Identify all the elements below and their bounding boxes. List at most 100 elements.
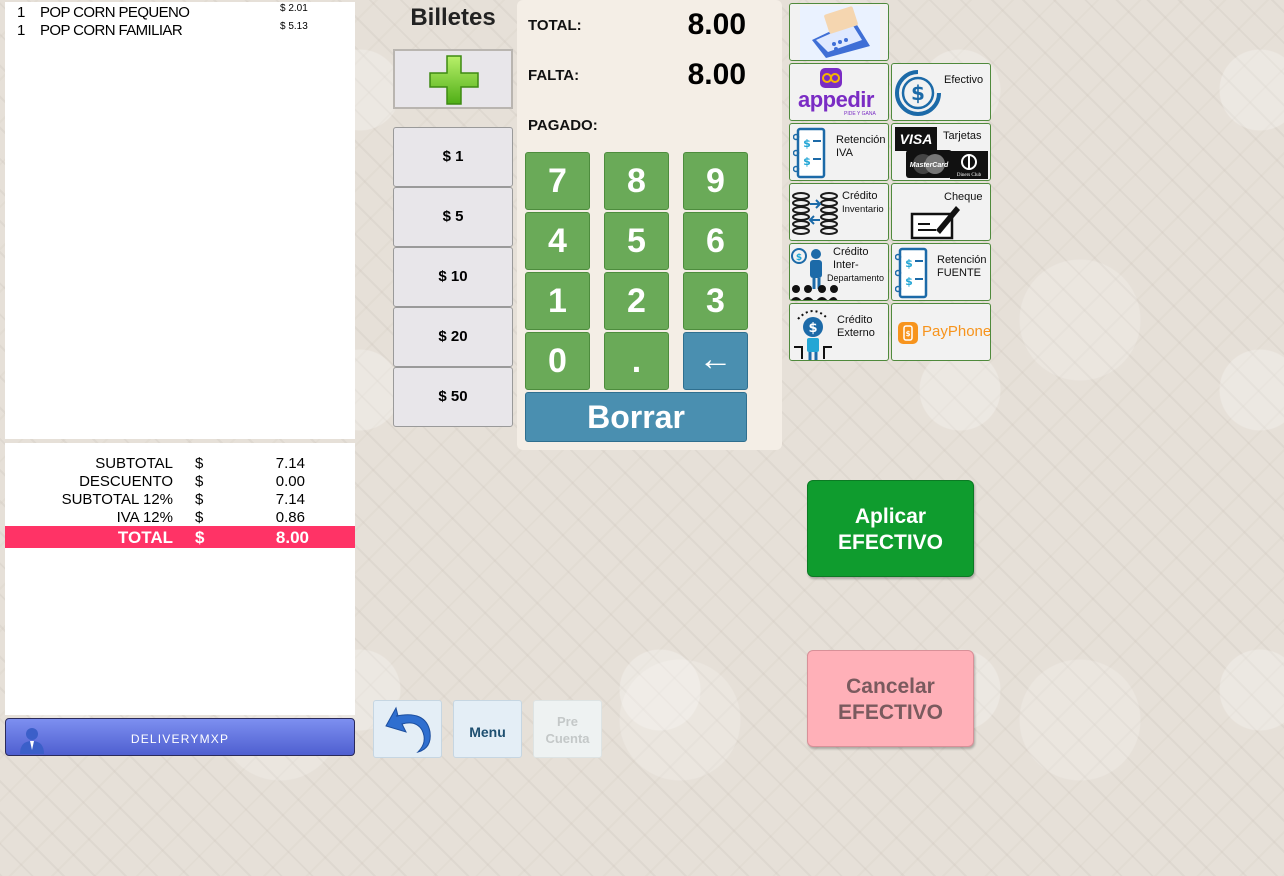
svg-text:$: $ bbox=[796, 253, 802, 263]
plus-icon bbox=[429, 55, 479, 105]
svg-text:MasterCard: MasterCard bbox=[910, 162, 949, 169]
payphone-button[interactable]: $ PayPhone bbox=[891, 303, 991, 361]
svg-text:$: $ bbox=[905, 275, 913, 288]
key-9[interactable]: 9 bbox=[683, 152, 748, 210]
credito-inventario-label2: Inventario bbox=[842, 204, 884, 215]
external-credit-icon: $ bbox=[794, 310, 832, 360]
totals-panel: SUBTOTAL $ 7.14 DESCUENTO $ 0.00 SUBTOTA… bbox=[5, 443, 355, 715]
missing-value: 8.00 bbox=[687, 58, 746, 91]
mastercard-icon: MasterCard bbox=[906, 150, 952, 178]
cancel-cash-button[interactable]: Cancelar EFECTIVO bbox=[807, 650, 974, 747]
credito-inter-label1: Crédito bbox=[833, 246, 869, 258]
credito-inter-label3: Departamento bbox=[827, 273, 885, 283]
efectivo-button[interactable]: $ Efectivo bbox=[891, 63, 991, 121]
user-bar[interactable]: DELIVERYMXP bbox=[5, 718, 355, 756]
backspace-key[interactable]: ← bbox=[683, 332, 748, 390]
missing-label: FALTA: bbox=[528, 67, 580, 84]
totals-value: 0.86 bbox=[275, 509, 305, 526]
cancel-label-line1: Cancelar bbox=[846, 675, 935, 698]
apply-cash-button[interactable]: Aplicar EFECTIVO bbox=[807, 480, 974, 577]
subtotal-12-row: SUBTOTAL 12% $ 7.14 bbox=[5, 489, 355, 508]
key-7[interactable]: 7 bbox=[525, 152, 590, 210]
retencion-fuente-button[interactable]: $ $ Retención FUENTE bbox=[891, 243, 991, 301]
retencion-fuente-label1: Retención bbox=[937, 254, 987, 266]
bill-20-button[interactable]: $ 20 bbox=[393, 307, 513, 367]
cheque-button[interactable]: Cheque bbox=[891, 183, 991, 241]
bill-10-button[interactable]: $ 10 bbox=[393, 247, 513, 307]
key-decimal[interactable]: . bbox=[604, 332, 669, 390]
grand-total-value: 8.00 bbox=[275, 528, 309, 547]
order-item-name: POP CORN FAMILIAR bbox=[40, 22, 183, 39]
order-item-qty: 1 bbox=[17, 4, 25, 21]
svg-text:$: $ bbox=[803, 137, 811, 150]
paid-label: PAGADO: bbox=[528, 117, 598, 134]
menu-button[interactable]: Menu bbox=[453, 700, 522, 758]
key-2[interactable]: 2 bbox=[604, 272, 669, 330]
dollar-coin-icon: $ bbox=[895, 70, 941, 116]
undo-button[interactable] bbox=[373, 700, 442, 758]
total-label: TOTAL: bbox=[528, 17, 582, 34]
order-items-panel: 1 POP CORN PEQUENO $ 2.01 1 POP CORN FAM… bbox=[5, 2, 355, 439]
bill-50-button[interactable]: $ 50 bbox=[393, 367, 513, 427]
total-value: 8.00 bbox=[687, 8, 746, 41]
card-reader-button[interactable] bbox=[789, 3, 889, 61]
payment-panel: TOTAL: 8.00 FALTA: 8.00 PAGADO: 7 8 9 4 … bbox=[517, 0, 782, 450]
clear-button[interactable]: Borrar bbox=[525, 392, 747, 442]
apply-label-line1: Aplicar bbox=[854, 505, 927, 528]
credito-inter-departamento-button[interactable]: $ Crédito Inter- Departamento bbox=[789, 243, 889, 301]
appedir-logo-text: appedir bbox=[798, 87, 874, 112]
bills-title: Billetes bbox=[410, 4, 496, 31]
grand-total-row: TOTAL $ 8.00 bbox=[5, 526, 355, 548]
tarjetas-button[interactable]: VISA Tarjetas MasterCard Diners Club bbox=[891, 123, 991, 181]
efectivo-label: Efectivo bbox=[944, 74, 984, 86]
pre-cuenta-line1: Pre bbox=[557, 714, 578, 729]
key-5[interactable]: 5 bbox=[604, 212, 669, 270]
svg-text:$: $ bbox=[906, 330, 911, 338]
key-4[interactable]: 4 bbox=[525, 212, 590, 270]
retencion-fuente-label2: FUENTE bbox=[937, 267, 981, 279]
undo-icon bbox=[385, 706, 431, 754]
key-6[interactable]: 6 bbox=[683, 212, 748, 270]
key-3[interactable]: 3 bbox=[683, 272, 748, 330]
retencion-iva-button[interactable]: $ $ Retención IVA bbox=[789, 123, 889, 181]
order-item-price: $ 5.13 bbox=[280, 21, 308, 32]
order-item-qty: 1 bbox=[17, 22, 25, 39]
credito-inventario-label1: Crédito bbox=[842, 190, 878, 202]
totals-label: IVA 12% bbox=[116, 509, 173, 526]
cheque-icon bbox=[910, 206, 960, 240]
appedir-button[interactable]: appedir PIDE Y GANA bbox=[789, 63, 889, 121]
key-8[interactable]: 8 bbox=[604, 152, 669, 210]
tarjetas-label: Tarjetas bbox=[943, 130, 982, 142]
pre-cuenta-button: Pre Cuenta bbox=[533, 700, 602, 758]
diners-club-icon: Diners Club bbox=[950, 151, 988, 179]
bill-1-button[interactable]: $ 1 bbox=[393, 127, 513, 187]
user-name: DELIVERYMXP bbox=[130, 732, 230, 746]
credito-externo-label2: Externo bbox=[837, 327, 875, 339]
credito-inventario-button[interactable]: Crédito Inventario bbox=[789, 183, 889, 241]
visa-card-icon: VISA bbox=[895, 127, 937, 151]
key-0[interactable]: 0 bbox=[525, 332, 590, 390]
order-item-row[interactable]: 1 POP CORN FAMILIAR $ 5.13 bbox=[5, 20, 355, 39]
payphone-label: PayPhone bbox=[922, 323, 991, 340]
svg-text:VISA: VISA bbox=[900, 131, 933, 147]
order-item-row[interactable]: 1 POP CORN PEQUENO $ 2.01 bbox=[5, 2, 355, 21]
svg-text:$: $ bbox=[808, 321, 817, 336]
totals-currency: $ bbox=[195, 491, 204, 508]
totals-value: 7.14 bbox=[275, 491, 305, 508]
discount-row: DESCUENTO $ 0.00 bbox=[5, 471, 355, 490]
grand-total-currency: $ bbox=[195, 528, 205, 547]
svg-text:$: $ bbox=[905, 257, 913, 270]
order-item-name: POP CORN PEQUENO bbox=[40, 4, 190, 21]
add-bill-button[interactable] bbox=[393, 49, 513, 109]
appedir-tagline: PIDE Y GANA bbox=[844, 111, 876, 117]
subtotal-row: SUBTOTAL $ 7.14 bbox=[5, 453, 355, 472]
payphone-logo-icon: $ bbox=[898, 322, 918, 344]
credito-externo-button[interactable]: $ Crédito Externo bbox=[789, 303, 889, 361]
totals-currency: $ bbox=[195, 473, 204, 490]
totals-label: DESCUENTO bbox=[79, 473, 173, 490]
bill-5-button[interactable]: $ 5 bbox=[393, 187, 513, 247]
svg-text:$: $ bbox=[911, 81, 925, 105]
pre-cuenta-line2: Cuenta bbox=[545, 731, 590, 746]
key-1[interactable]: 1 bbox=[525, 272, 590, 330]
card-reader-icon bbox=[800, 6, 880, 60]
